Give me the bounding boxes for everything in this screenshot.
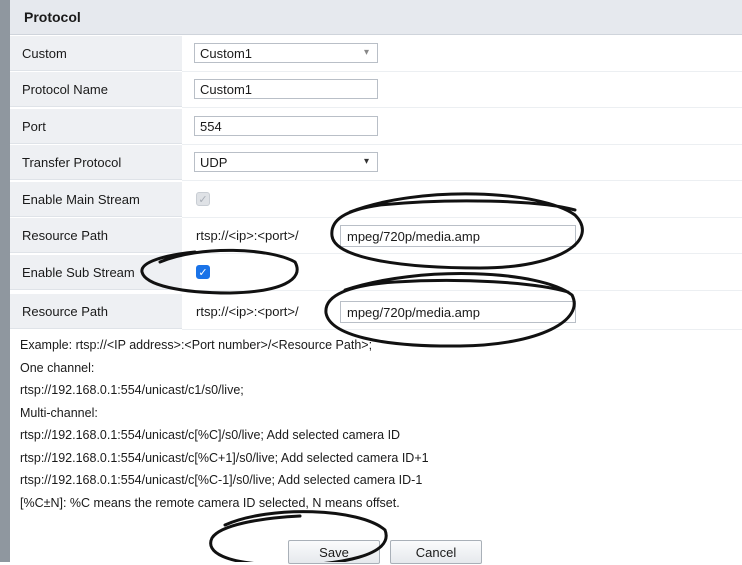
protocol-window: Protocol Custom Custom1 ▾ Protocol Name …	[0, 0, 742, 564]
enable-sub-stream-label: Enable Sub Stream	[10, 255, 182, 290]
main-resource-path-label: Resource Path	[10, 218, 182, 253]
row-protocol-name: Protocol Name Custom1	[10, 72, 742, 108]
transfer-protocol-select[interactable]: UDP ▾	[194, 152, 378, 172]
enable-sub-stream-checkbox[interactable]: ✓	[196, 265, 210, 279]
custom-select-value: Custom1	[200, 46, 253, 61]
protocol-panel: Protocol Custom Custom1 ▾ Protocol Name …	[10, 0, 742, 564]
row-enable-main-stream: Enable Main Stream ✓	[10, 182, 742, 218]
help-line: Example: rtsp://<IP address>:<Port numbe…	[20, 338, 373, 352]
custom-value-cell: Custom1 ▾	[182, 36, 742, 72]
transfer-protocol-label: Transfer Protocol	[10, 145, 182, 180]
left-border-bar	[0, 0, 10, 562]
sub-resource-path-prefix: rtsp://<ip>:<port>/	[196, 304, 299, 319]
help-line: rtsp://192.168.0.1:554/unicast/c[%C+1]/s…	[20, 450, 429, 465]
panel-header: Protocol	[10, 0, 742, 35]
save-button[interactable]: Save	[288, 540, 380, 564]
main-resource-path-prefix: rtsp://<ip>:<port>/	[196, 228, 299, 243]
transfer-protocol-value: UDP	[200, 155, 228, 170]
checkmark-icon: ✓	[198, 267, 208, 279]
row-enable-sub-stream: Enable Sub Stream ✓	[10, 255, 742, 291]
help-line: One channel:	[20, 360, 95, 375]
panel-title: Protocol	[24, 9, 81, 25]
transfer-protocol-value-cell: UDP ▾	[182, 145, 742, 181]
chevron-down-icon: ▾	[363, 47, 369, 58]
enable-main-stream-value-cell: ✓	[182, 182, 742, 218]
enable-main-stream-checkbox[interactable]: ✓	[196, 192, 210, 206]
port-input[interactable]: 554	[194, 116, 378, 136]
cancel-button[interactable]: Cancel	[390, 540, 482, 564]
enable-main-stream-label: Enable Main Stream	[10, 182, 182, 217]
help-line: rtsp://192.168.0.1:554/unicast/c[%C]/s0/…	[20, 428, 401, 442]
protocol-name-label: Protocol Name	[10, 72, 182, 107]
help-line: [%C±N]: %C means the remote camera ID se…	[20, 495, 400, 510]
sub-resource-path-label: Resource Path	[10, 294, 182, 329]
row-port: Port 554	[10, 109, 742, 145]
help-text-block: Example: rtsp://<IP address>:<Port numbe…	[20, 334, 740, 514]
custom-select[interactable]: Custom1 ▾	[194, 43, 378, 63]
protocol-name-value-cell: Custom1	[182, 72, 742, 108]
port-value-cell: 554	[182, 109, 742, 145]
help-line: rtsp://192.168.0.1:554/unicast/c[%C-1]/s…	[20, 473, 423, 487]
chevron-down-icon: ▾	[363, 156, 369, 167]
enable-sub-stream-value-cell: ✓	[182, 255, 742, 291]
checkmark-icon: ✓	[198, 194, 208, 206]
sub-resource-path-value-cell: rtsp://<ip>:<port>/ mpeg/720p/media.amp	[182, 294, 742, 330]
row-transfer-protocol: Transfer Protocol UDP ▾	[10, 145, 742, 181]
row-main-resource-path: Resource Path rtsp://<ip>:<port>/ mpeg/7…	[10, 218, 742, 254]
main-resource-path-input[interactable]: mpeg/720p/media.amp	[340, 225, 576, 247]
row-custom: Custom Custom1 ▾	[10, 36, 742, 72]
custom-label: Custom	[10, 36, 182, 71]
protocol-name-input[interactable]: Custom1	[194, 79, 378, 99]
main-resource-path-value-cell: rtsp://<ip>:<port>/ mpeg/720p/media.amp	[182, 218, 742, 254]
help-line: Multi-channel:	[20, 405, 98, 420]
row-sub-resource-path: Resource Path rtsp://<ip>:<port>/ mpeg/7…	[10, 294, 742, 330]
help-line: rtsp://192.168.0.1:554/unicast/c1/s0/liv…	[20, 383, 244, 397]
port-label: Port	[10, 109, 182, 144]
sub-resource-path-input[interactable]: mpeg/720p/media.amp	[340, 301, 576, 323]
